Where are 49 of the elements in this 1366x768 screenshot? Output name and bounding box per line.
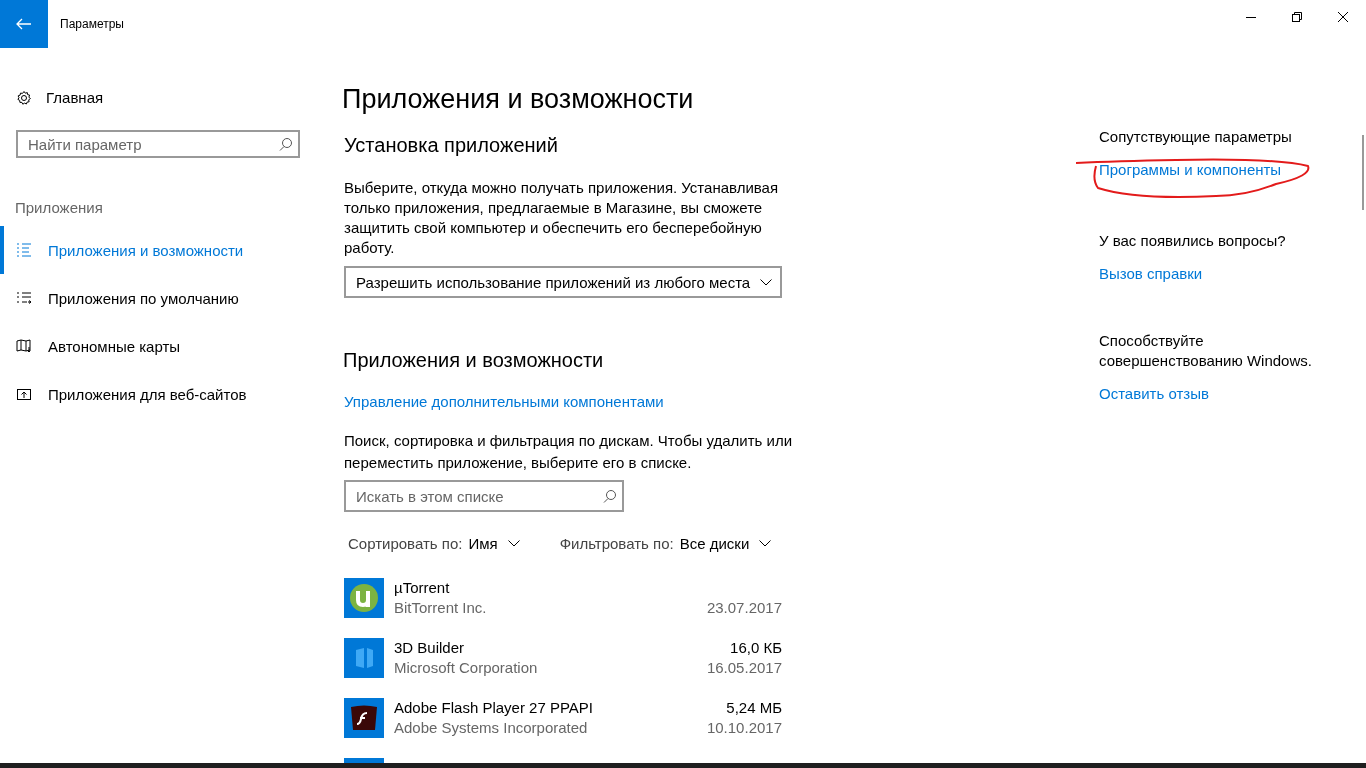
search-field[interactable]: Искать в этом списке [344,480,624,512]
manage-features-link[interactable]: Управление дополнительными компонентами [344,393,664,410]
app-publisher: Microsoft Corporation [394,658,539,678]
sort-dropdown[interactable]: Сортировать по: Имя [348,535,520,552]
description-text: Выберите, откуда можно получать приложения. Устанавливая только приложения, предлагаемые в Магазине, вы сможете защитить свой компьютер и обеспечить его бесперебойную работу. [344,178,780,258]
nav-item[interactable]: Приложения по умолчанию [0,274,320,322]
chevron-down-icon [759,540,772,547]
list-arrow-icon [16,290,32,306]
home-link[interactable]: Главная [46,89,104,106]
app-date: 23.07.2017 [706,598,782,618]
app-size: 5,24 МБ [725,698,782,718]
app-date: 10.10.2017 [706,718,782,738]
chevron-down-icon [760,278,772,286]
related-heading: Способствуйте совершенствованию Windows. [1099,331,1313,371]
section-label: Приложения [15,199,104,216]
app-name[interactable]: 3D Builder [394,638,707,658]
scrollbar[interactable] [1362,135,1364,210]
app-name[interactable]: Adobe Flash Player 27 PPAPI [394,698,707,718]
search-icon [603,489,617,503]
settings-icon [16,89,32,106]
chevron-down-icon [507,540,520,547]
page-title: Приложения и возможности [342,84,695,115]
related-link[interactable]: Оставить отзыв [1099,385,1209,402]
description-text: Поиск, сортировка и фильтрация по дискам. Чтобы удалить или переместить приложение, выберите его в списке. [344,431,794,473]
related-link[interactable]: Программы и компоненты [1099,161,1282,178]
filter-dropdown[interactable]: Фильтровать по: Все диски [559,535,772,552]
nav-item[interactable]: Приложения и возможности [0,226,320,274]
back-arrow-icon [16,18,32,30]
close-icon [1338,12,1348,22]
app-publisher: BitTorrent Inc. [394,598,488,618]
app-publisher: Adobe Systems Incorporated [394,718,589,738]
nav-item[interactable]: Автономные карты [0,322,320,370]
map-icon [16,338,32,354]
app-date: 16.05.2017 [706,658,782,678]
related-heading: Сопутствующие параметры [1099,127,1293,147]
window-title: Параметры [60,17,125,31]
nav-item[interactable]: Приложения для веб-сайтов [0,370,320,418]
app-size: 16,0 КБ [729,638,782,658]
search-icon [279,137,293,151]
section-heading: Установка приложений [344,134,559,157]
section-heading: Приложения и возможности [343,349,605,372]
app-name[interactable]: µTorrent [394,578,707,598]
related-heading: У вас появились вопросы? [1099,231,1287,251]
source-dropdown[interactable]: Разрешить использование приложений из любого места [344,266,782,298]
related-link[interactable]: Вызов справки [1099,265,1203,282]
search-field[interactable]: Найти параметр [16,130,300,158]
restore-icon [1292,12,1302,22]
back-button[interactable] [0,0,48,48]
list-icon [16,242,32,258]
